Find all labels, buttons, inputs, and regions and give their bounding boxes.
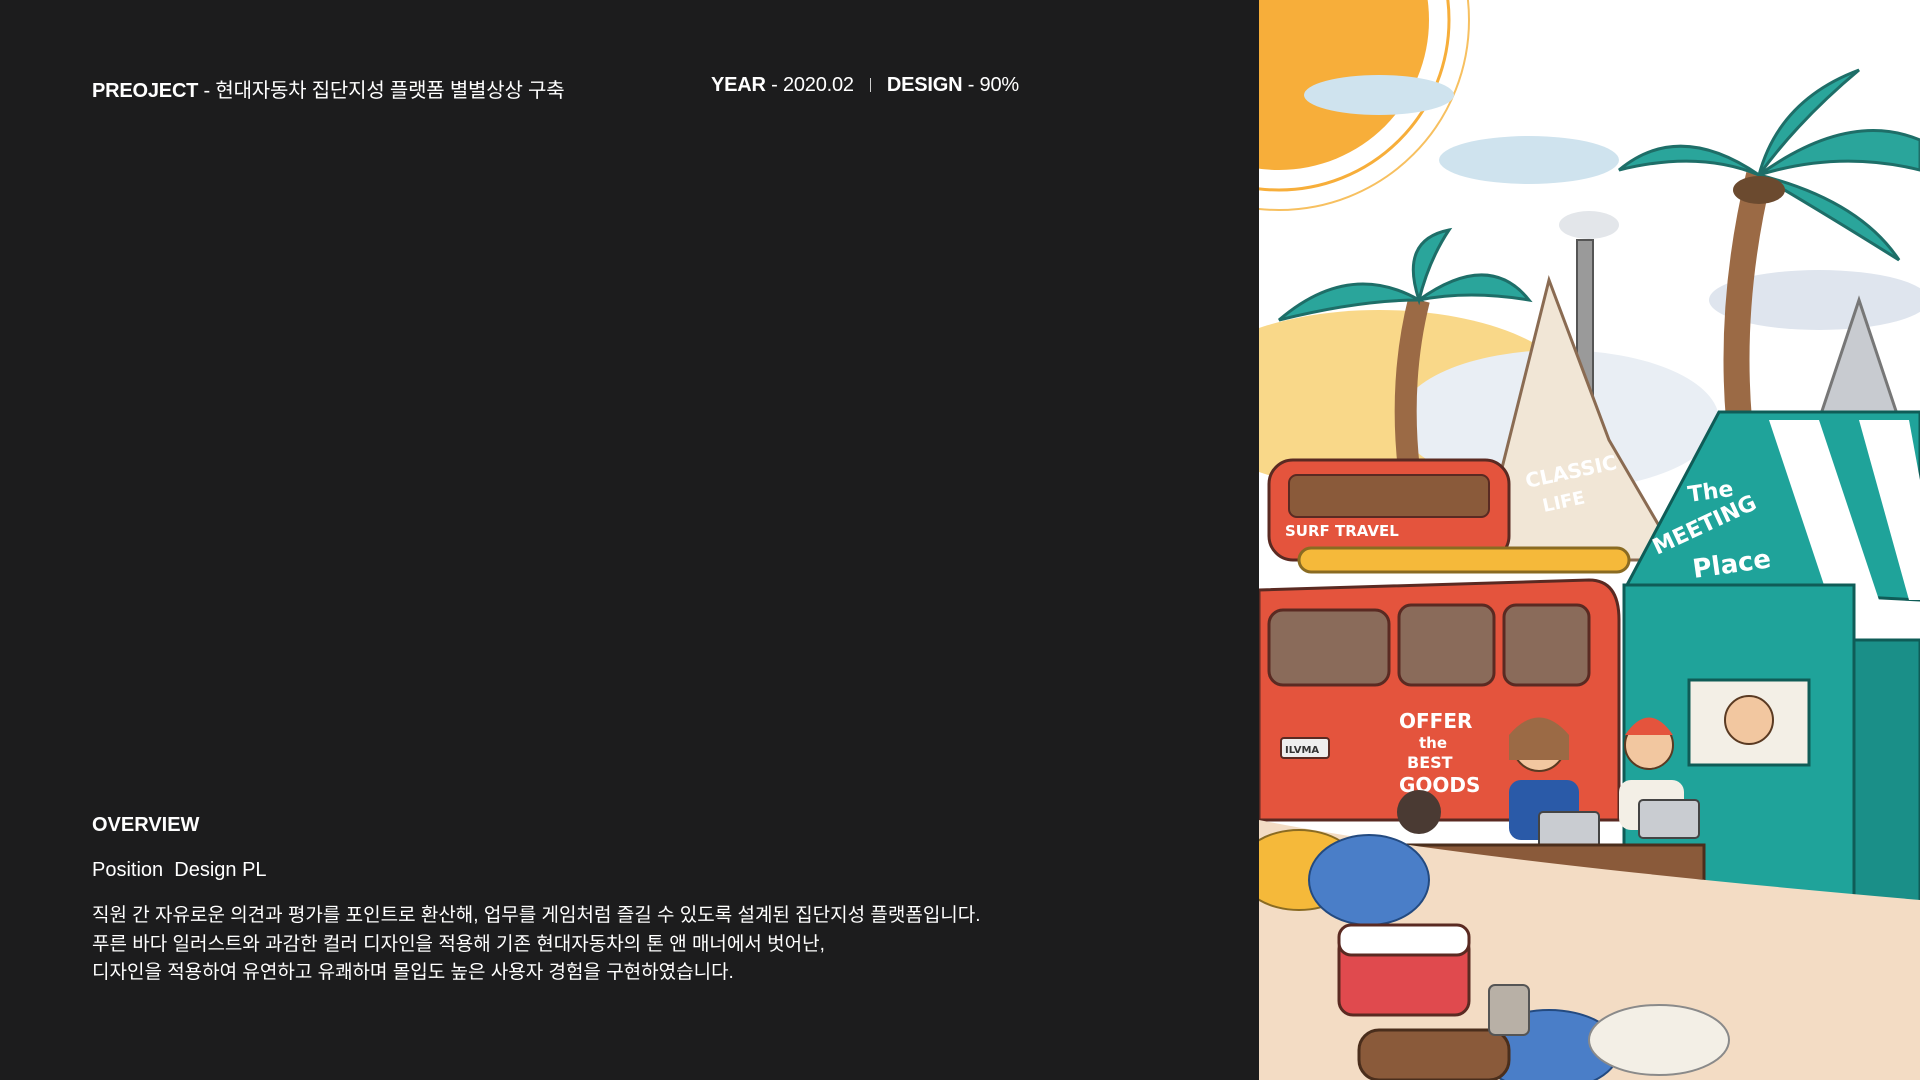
overview-heading: OVERVIEW bbox=[92, 814, 200, 836]
year-label: YEAR bbox=[711, 74, 766, 96]
van-window bbox=[1502, 603, 1591, 687]
blue-bush bbox=[1308, 834, 1430, 926]
van-window bbox=[1397, 603, 1496, 687]
beach-illustration: CLASSIC LIFE SURF TRAVEL ILVMA OFFER the… bbox=[1259, 0, 1920, 1080]
description-line: 디자인을 적용하여 유연하고 유쾌하며 몰입도 높은 사용자 경험을 구현하였습… bbox=[92, 962, 734, 983]
project-name: - 현대자동차 집단지성 플랫폼 별별상상 구축 bbox=[198, 80, 565, 102]
illustration-canvas: CLASSIC LIFE SURF TRAVEL ILVMA OFFER the… bbox=[1259, 0, 1920, 1080]
white-bush bbox=[1588, 1004, 1730, 1076]
log bbox=[1357, 1028, 1511, 1080]
palm-trunk bbox=[1394, 297, 1430, 472]
design-value: - 90% bbox=[962, 74, 1019, 96]
license-plate-text: ILVMA bbox=[1285, 745, 1319, 756]
year-value: - 2020.02 bbox=[765, 74, 854, 96]
description-line: 직원 간 자유로운 의견과 평가를 포인트로 환산해, 업무를 게임처럼 즐길 … bbox=[92, 905, 981, 926]
van-slogan-3: BEST bbox=[1407, 753, 1453, 772]
project-line: PREOJECT - 현대자동차 집단지성 플랫폼 별별상상 구축 bbox=[92, 74, 565, 103]
smoke bbox=[1559, 211, 1619, 239]
back-van-window bbox=[1288, 474, 1490, 518]
project-label: PREOJECT bbox=[92, 80, 199, 102]
coconuts bbox=[1733, 176, 1785, 204]
overview-description: 직원 간 자유로운 의견과 평가를 포인트로 환산해, 업무를 게임처럼 즐길 … bbox=[92, 902, 981, 988]
laptop bbox=[1638, 799, 1700, 839]
cloud bbox=[1439, 136, 1619, 184]
design-label: DESIGN bbox=[886, 74, 963, 96]
surfboard bbox=[1297, 546, 1631, 574]
back-van-label: SURF TRAVEL bbox=[1285, 522, 1399, 540]
cup bbox=[1488, 984, 1530, 1036]
position-value: Design PL bbox=[174, 859, 267, 881]
cloud bbox=[1304, 75, 1454, 115]
person-in-booth bbox=[1724, 695, 1774, 745]
meta-divider bbox=[869, 77, 871, 92]
cooler-lid bbox=[1337, 923, 1471, 957]
description-line: 푸른 바다 일러스트와 과감한 컬러 디자인을 적용해 기존 현대자동차의 톤 … bbox=[92, 933, 825, 955]
van-slogan-2: the bbox=[1419, 734, 1447, 752]
position-line: Position Design PL bbox=[92, 859, 267, 882]
position-label: Position bbox=[92, 859, 164, 881]
van-slogan-1: OFFER bbox=[1399, 709, 1472, 733]
van-window bbox=[1267, 608, 1391, 687]
year-design-line: YEAR - 2020.02 DESIGN - 90% bbox=[711, 74, 1019, 97]
van-wheel bbox=[1397, 790, 1441, 834]
